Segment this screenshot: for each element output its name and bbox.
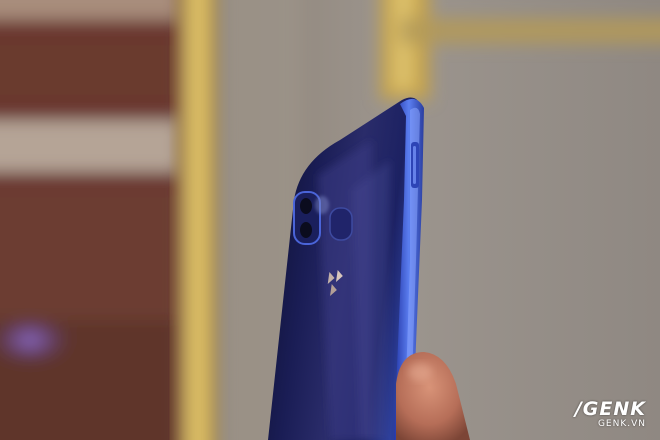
watermark-brand: /GENK <box>574 398 646 420</box>
photo-scene: /GENK GENK.VN <box>0 0 660 440</box>
watermark: /GENK GENK.VN <box>526 399 646 430</box>
watermark-domain: GENK.VN <box>597 419 646 429</box>
phone-photo <box>0 0 660 440</box>
